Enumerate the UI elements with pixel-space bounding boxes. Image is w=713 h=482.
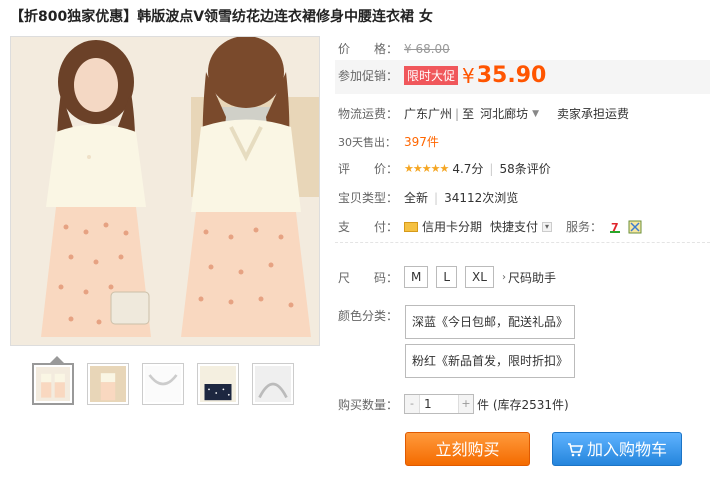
size-option-l[interactable]: L bbox=[436, 266, 458, 288]
quantity-label: 购买数量： bbox=[338, 397, 399, 412]
type-label: 宝贝类型： bbox=[338, 191, 399, 205]
rating-score: 4.7分 bbox=[452, 162, 484, 176]
shipping-fee: 卖家承担运费 bbox=[557, 107, 630, 121]
thumbnail-5[interactable] bbox=[252, 363, 294, 405]
rating-separator: | bbox=[489, 161, 494, 176]
chevron-down-icon[interactable]: ▾ bbox=[542, 221, 553, 232]
promo-currency: ¥ bbox=[462, 63, 475, 88]
chevron-down-icon[interactable]: ▼ bbox=[532, 109, 539, 119]
color-option-navy[interactable]: 深蓝《今日包邮，配送礼品》 bbox=[405, 305, 576, 339]
quantity-row: 购买数量： - + 件 (库存2531件) bbox=[338, 394, 569, 414]
shipping-destination-select[interactable]: 河北廊坊 bbox=[480, 105, 528, 122]
promo-tag: 限时大促 bbox=[404, 66, 459, 85]
size-row: 尺 码： M L XL › 尺码助手 bbox=[338, 266, 556, 288]
size-label: 尺 码： bbox=[338, 270, 399, 285]
chevron-right-icon: › bbox=[501, 271, 506, 283]
seven-day-return-icon[interactable]: 7 bbox=[608, 219, 623, 234]
shipping-row: 物流运费： 广东广州 | 至 河北廊坊 ▼ 卖家承担运费 bbox=[338, 105, 629, 122]
color-option-pink[interactable]: 粉红《新品首发，限时折扣》 bbox=[405, 344, 576, 378]
views-count: 34112次浏览 bbox=[444, 191, 519, 205]
rating-row: 评 价： ★★★★★ 4.7分 | 58条评价 bbox=[338, 160, 551, 177]
thumbnail-4[interactable] bbox=[197, 363, 239, 405]
credit-installment-link[interactable]: 信用卡分期 bbox=[422, 218, 482, 235]
sales-count: 397件 bbox=[404, 135, 439, 149]
quantity-decrease-button[interactable]: - bbox=[405, 395, 419, 413]
shipping-to-prefix: 至 bbox=[462, 107, 475, 121]
price-label: 价 格： bbox=[338, 42, 399, 56]
thumbnail-3[interactable] bbox=[142, 363, 184, 405]
thumbnail-pointer bbox=[50, 356, 64, 363]
main-product-image[interactable] bbox=[10, 36, 320, 346]
shipping-from: 广东广州 bbox=[404, 107, 453, 121]
thumbnail-1[interactable] bbox=[32, 363, 74, 405]
shopping-cart-icon bbox=[567, 434, 584, 468]
original-price: ¥ 68.00 bbox=[404, 41, 450, 56]
promo-label: 参加促销： bbox=[338, 69, 399, 83]
buy-now-button[interactable]: 立刻购买 bbox=[405, 432, 530, 466]
thumbnail-2[interactable] bbox=[87, 363, 129, 405]
price-row: 价 格： ¥ 68.00 bbox=[338, 40, 450, 57]
star-rating-icon: ★★★★★ bbox=[404, 162, 449, 175]
add-to-cart-label: 加入购物车 bbox=[586, 440, 667, 459]
type-row: 宝贝类型： 全新 | 34112次浏览 bbox=[338, 189, 518, 206]
payment-row: 支 付： 信用卡分期 快捷支付 ▾ 服务： 7 bbox=[338, 218, 642, 235]
quick-pay-link[interactable]: 快捷支付 bbox=[490, 218, 538, 235]
thumbnail-strip bbox=[32, 363, 294, 405]
promo-price: 35.90 bbox=[476, 63, 547, 88]
rating-label: 评 价： bbox=[338, 162, 399, 176]
add-to-cart-button[interactable]: 加入购物车 bbox=[552, 432, 682, 466]
size-helper-link[interactable]: 尺码助手 bbox=[508, 269, 556, 286]
color-label-row: 颜色分类： bbox=[338, 307, 404, 324]
shipping-label: 物流运费： bbox=[338, 107, 399, 121]
color-label: 颜色分类： bbox=[338, 309, 399, 323]
quantity-stepper: - + bbox=[404, 394, 474, 414]
payment-label: 支 付： bbox=[338, 220, 399, 234]
credit-card-icon bbox=[404, 221, 418, 232]
service-label: 服务： bbox=[566, 220, 603, 234]
shipping-separator: | bbox=[455, 106, 460, 121]
size-option-m[interactable]: M bbox=[404, 266, 429, 288]
type-value: 全新 bbox=[404, 191, 429, 205]
sales-label: 30天售出： bbox=[338, 135, 396, 149]
promo-row: 参加促销： 限时大促 ¥ 35.90 bbox=[338, 63, 546, 88]
type-separator: | bbox=[434, 190, 439, 205]
divider bbox=[335, 242, 710, 243]
quantity-increase-button[interactable]: + bbox=[459, 395, 473, 413]
stock-info: 件 (库存2531件) bbox=[477, 397, 569, 412]
guarantee-icon[interactable] bbox=[628, 220, 642, 234]
product-title: 【折800独家优惠】韩版波点V领雪纺花边连衣裙修身中腰连衣裙 女 bbox=[10, 9, 433, 25]
quantity-input[interactable] bbox=[419, 395, 459, 413]
size-option-xl[interactable]: XL bbox=[465, 266, 494, 288]
reviews-link[interactable]: 58条评价 bbox=[499, 160, 550, 177]
sales-row: 30天售出： 397件 bbox=[338, 133, 439, 150]
